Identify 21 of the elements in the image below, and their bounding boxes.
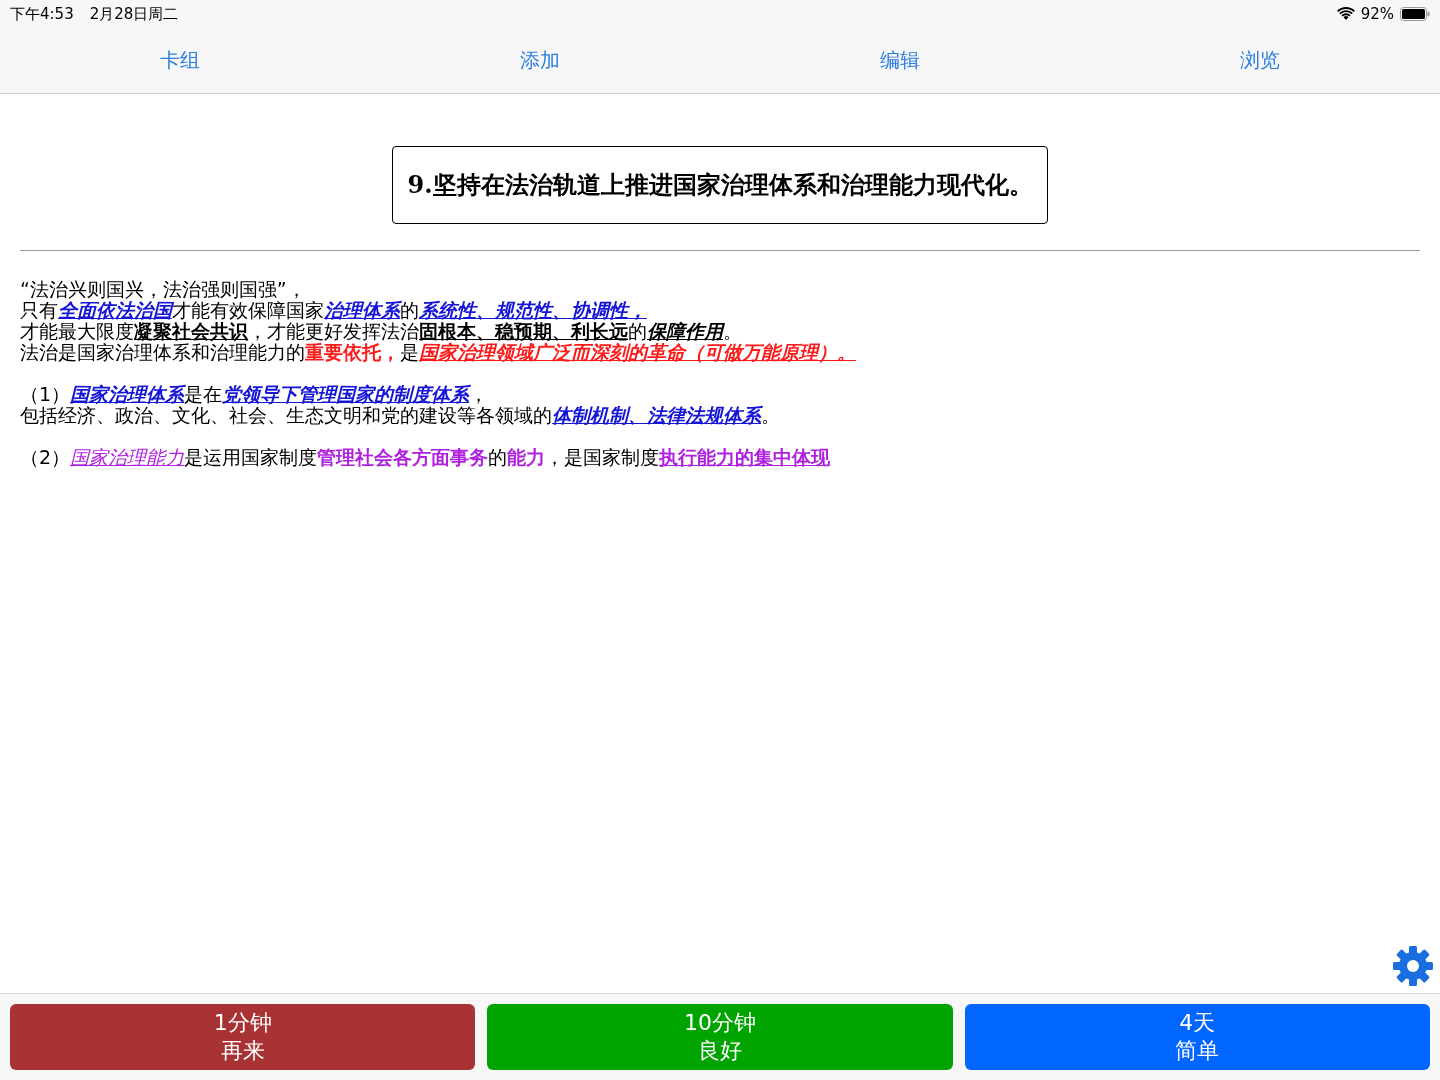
answer-text-line: 只有全面依法治国才能有效保障国家治理体系的系统性、规范性、协调性， [20, 300, 647, 321]
answer-text-line: 包括经济、政治、文化、社会、生态文明和党的建设等各领域的体制机制、法律法规体系。 [20, 405, 780, 426]
status-date: 2月28日周二 [89, 4, 179, 24]
wifi-icon [1336, 7, 1355, 21]
battery-icon [1400, 7, 1430, 21]
toolbar-tab[interactable]: 浏览 [1232, 43, 1288, 78]
toolbar-tab[interactable]: 编辑 [872, 43, 928, 78]
answer-button[interactable]: 10分钟 良好 [487, 1004, 953, 1070]
answer-button[interactable]: 4天 简单 [964, 1004, 1430, 1070]
answer-text-line: “法治兴则国兴，法治强则国强”， [20, 279, 306, 300]
settings-icon[interactable] [1392, 945, 1434, 987]
answer-button[interactable]: 1分钟 再来 [10, 1004, 476, 1070]
toolbar-tab[interactable]: 卡组 [152, 43, 208, 78]
toolbar-tab[interactable]: 添加 [512, 43, 568, 78]
answer-text-line: （2）国家治理能力是运用国家制度管理社会各方面事务的能力，是国家制度执行能力的集中体现 [20, 447, 831, 468]
answer-text-line: 法治是国家治理体系和治理能力的重要依托，是国家治理领域广泛而深刻的革命（可做万能原理）。 [20, 342, 856, 363]
answer-text-line: （1）国家治理体系是在党领导下管理国家的制度体系， [20, 384, 489, 405]
answer-text-line: 才能最大限度凝聚社会共识，才能更好发挥法治固根本、稳预期、利长远的保障作用。 [20, 321, 742, 342]
status-time: 下午4:53 [10, 4, 74, 24]
question-card: 9.坚持在法治轨道上推进国家治理体系和治理能力现代化。 [392, 146, 1048, 224]
battery-percent: 92% [1360, 5, 1394, 23]
